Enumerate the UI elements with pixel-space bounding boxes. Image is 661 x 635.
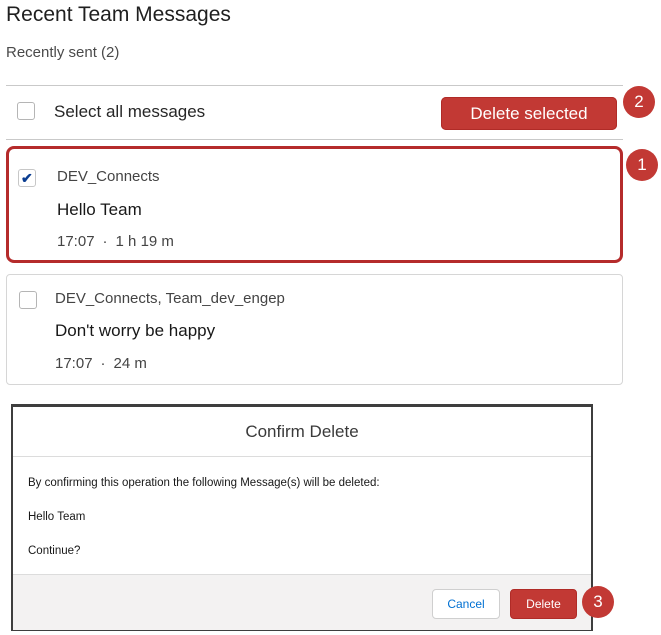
select-all-label: Select all messages — [54, 102, 206, 121]
message-card-2[interactable]: DEV_Connects, Team_dev_engep Don't worry… — [6, 274, 623, 385]
message-2-time: 17:07 — [55, 355, 93, 372]
meta-separator: · — [102, 233, 108, 250]
divider-top — [6, 85, 623, 86]
annotation-badge-2: 2 — [623, 86, 655, 118]
message-1-time: 17:07 — [57, 233, 95, 250]
annotation-badge-3: 3 — [582, 586, 614, 618]
checkmark-icon: ✔ — [21, 170, 33, 186]
confirm-delete-dialog: Confirm Delete By confirming this operat… — [13, 407, 591, 630]
message-1-meta: 17:07 · 1 h 19 m — [57, 233, 174, 250]
message-1-age: 1 h 19 m — [115, 233, 174, 250]
select-all-checkbox[interactable] — [17, 102, 35, 120]
message-1-sender: DEV_Connects — [57, 168, 160, 185]
dialog-message-item: Hello Team — [28, 511, 86, 523]
message-1-text: Hello Team — [57, 200, 142, 219]
message-2-meta: 17:07 · 24 m — [55, 355, 147, 372]
dialog-header: Confirm Delete — [13, 407, 591, 457]
message-2-sender: DEV_Connects, Team_dev_engep — [55, 290, 285, 307]
message-2-text: Don't worry be happy — [55, 321, 216, 340]
delete-selected-button[interactable]: Delete selected — [441, 97, 617, 130]
delete-button[interactable]: Delete — [510, 589, 577, 619]
message-card-1[interactable]: ✔ DEV_Connects Hello Team 17:07 · 1 h 19 m — [6, 146, 623, 263]
message-2-age: 24 m — [113, 355, 147, 372]
page-title: Recent Team Messages — [6, 3, 231, 26]
annotation-badge-1: 1 — [626, 149, 658, 181]
dialog-message: By confirming this operation the followi… — [28, 477, 380, 489]
dialog-footer: Cancel Delete — [13, 574, 591, 630]
cancel-button[interactable]: Cancel — [432, 589, 500, 619]
dialog-continue-prompt: Continue? — [28, 545, 81, 557]
divider-bottom — [6, 139, 623, 140]
message-2-checkbox[interactable] — [19, 291, 37, 309]
dialog-title: Confirm Delete — [245, 422, 359, 441]
recently-sent-count: Recently sent (2) — [6, 44, 120, 61]
message-1-checkbox[interactable]: ✔ — [18, 169, 36, 187]
meta-separator: · — [100, 355, 106, 372]
